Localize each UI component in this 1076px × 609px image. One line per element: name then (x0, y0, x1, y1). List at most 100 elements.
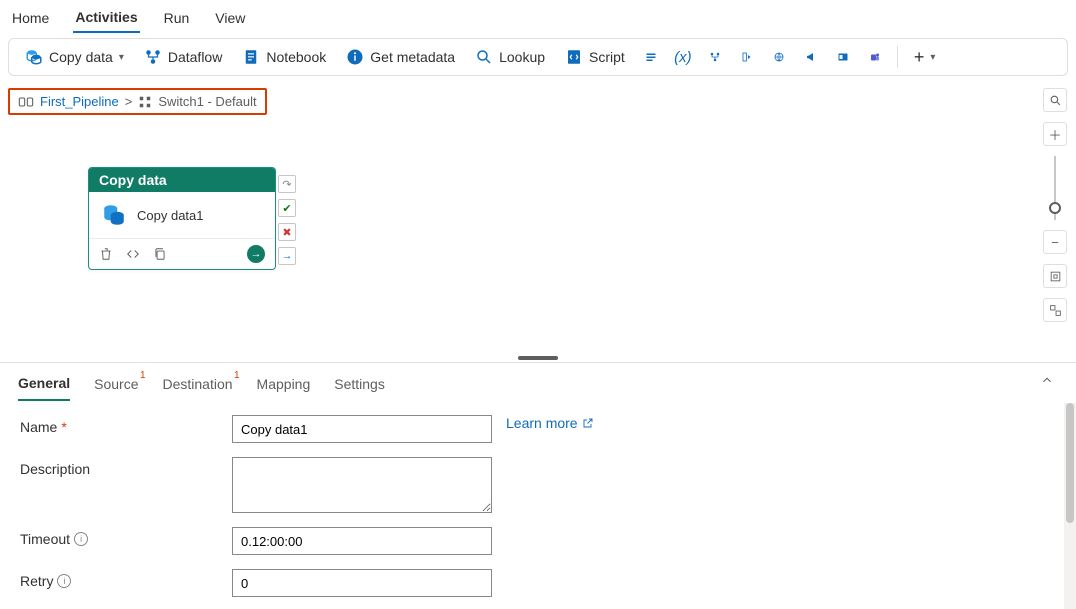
topnav-item-run[interactable]: Run (162, 4, 192, 32)
delete-icon[interactable] (99, 247, 113, 261)
activity-header: Copy data (89, 168, 275, 192)
canvas-rail: ＋ − (1040, 88, 1070, 322)
port-completion[interactable]: → (278, 247, 296, 265)
timeout-label-text: Timeout (20, 531, 70, 547)
learn-more-link[interactable]: Learn more (506, 415, 594, 431)
required-star: * (61, 419, 66, 435)
port-success[interactable]: ✔ (278, 199, 296, 217)
top-nav: Home Activities Run View (0, 0, 1076, 36)
list-icon (645, 48, 657, 66)
search-icon (475, 48, 493, 66)
toolbar-extra-1[interactable] (637, 44, 665, 70)
dataflow-label: Dataflow (168, 49, 222, 65)
scroll-thumb[interactable] (1066, 403, 1074, 523)
port-skip[interactable]: ↷ (278, 175, 296, 193)
copy-data-button[interactable]: Copy data ▾ (17, 44, 132, 70)
zoom-slider[interactable] (1054, 156, 1056, 220)
tab-general-label: General (18, 375, 70, 391)
zoom-in-button[interactable]: ＋ (1043, 122, 1067, 146)
breadcrumb-root[interactable]: First_Pipeline (40, 94, 119, 109)
copy-data-label: Copy data (49, 49, 113, 65)
retry-input[interactable] (232, 569, 492, 597)
copy-data-icon (101, 202, 127, 228)
toolbar-variable[interactable]: (x) (669, 45, 697, 70)
code-icon[interactable] (125, 247, 141, 261)
toolbar-globe[interactable] (765, 44, 793, 70)
outlook-icon (837, 48, 849, 66)
topnav-item-activities[interactable]: Activities (73, 3, 139, 33)
switch-icon (138, 95, 152, 109)
retry-label-text: Retry (20, 573, 53, 589)
layout-button[interactable] (1043, 298, 1067, 322)
external-link-icon (582, 417, 594, 429)
name-input[interactable] (232, 415, 492, 443)
properties-panel: General Source1 Destination1 Mapping Set… (0, 362, 1076, 609)
name-label: Name * (20, 415, 232, 435)
lookup-label: Lookup (499, 49, 545, 65)
description-label: Description (20, 457, 232, 477)
plus-icon: ＋ (1048, 125, 1061, 144)
pipeline-icon (18, 95, 34, 109)
tab-destination[interactable]: Destination1 (163, 372, 233, 400)
timeout-label: Timeout i (20, 527, 232, 547)
align-icon (741, 48, 753, 66)
tab-badge: 1 (140, 370, 146, 381)
port-fail[interactable]: ✖ (278, 223, 296, 241)
get-metadata-label: Get metadata (370, 49, 455, 65)
activity-footer: → (89, 238, 275, 269)
add-activity-button[interactable]: + ▾ (906, 43, 944, 72)
info-icon[interactable]: i (74, 532, 88, 546)
description-label-text: Description (20, 461, 90, 477)
notebook-button[interactable]: Notebook (234, 44, 334, 70)
zoom-thumb[interactable] (1049, 202, 1061, 214)
activities-toolbar: Copy data ▾ Dataflow Notebook Get metada… (8, 38, 1068, 76)
retry-label: Retry i (20, 569, 232, 589)
run-icon[interactable]: → (247, 245, 265, 263)
collapse-panel-button[interactable] (1040, 373, 1054, 387)
info-icon[interactable]: i (57, 574, 71, 588)
panel-resize-handle[interactable] (518, 356, 558, 360)
notebook-label: Notebook (266, 49, 326, 65)
tab-general[interactable]: General (18, 371, 70, 401)
canvas[interactable]: Copy data Copy data1 → ↷ ✔ (0, 115, 1076, 367)
toolbar-separator (897, 46, 898, 68)
plus-icon: + (914, 47, 925, 68)
tab-source[interactable]: Source1 (94, 372, 138, 400)
copy-icon[interactable] (153, 247, 167, 261)
timeout-input[interactable] (232, 527, 492, 555)
toolbar-outlook[interactable] (829, 44, 857, 70)
description-input[interactable] (232, 457, 492, 513)
activity-ports: ↷ ✔ ✖ → (278, 175, 296, 265)
get-metadata-button[interactable]: Get metadata (338, 44, 463, 70)
variable-icon: (x) (674, 49, 692, 66)
props-scrollbar[interactable] (1064, 403, 1076, 609)
notebook-icon (242, 48, 260, 66)
info-icon (346, 48, 364, 66)
toolbar-megaphone[interactable] (797, 44, 825, 70)
search-canvas-button[interactable] (1043, 88, 1067, 112)
tab-badge: 1 (234, 370, 240, 381)
activity-node-copy-data[interactable]: Copy data Copy data1 → (88, 167, 276, 270)
minus-icon: − (1051, 235, 1059, 250)
props-tabs: General Source1 Destination1 Mapping Set… (0, 363, 1076, 401)
search-icon (1049, 94, 1062, 107)
dataflow-button[interactable]: Dataflow (136, 44, 230, 70)
fit-button[interactable] (1043, 264, 1067, 288)
toolbar-extra-3[interactable] (733, 44, 761, 70)
toolbar-teams[interactable] (861, 44, 889, 70)
topnav-item-view[interactable]: View (213, 4, 247, 32)
zoom-out-button[interactable]: − (1043, 230, 1067, 254)
topnav-item-home[interactable]: Home (10, 4, 51, 32)
chevron-up-icon (1040, 373, 1054, 387)
toolbar-extra-2[interactable] (701, 44, 729, 70)
script-icon (565, 48, 583, 66)
tab-mapping[interactable]: Mapping (257, 372, 311, 400)
layout-icon (1049, 304, 1062, 317)
fit-icon (1049, 270, 1062, 283)
lookup-button[interactable]: Lookup (467, 44, 553, 70)
script-button[interactable]: Script (557, 44, 633, 70)
learn-more-text: Learn more (506, 415, 578, 431)
copy-data-icon (25, 48, 43, 66)
activity-body: Copy data1 (89, 192, 275, 238)
tab-settings[interactable]: Settings (334, 372, 385, 400)
